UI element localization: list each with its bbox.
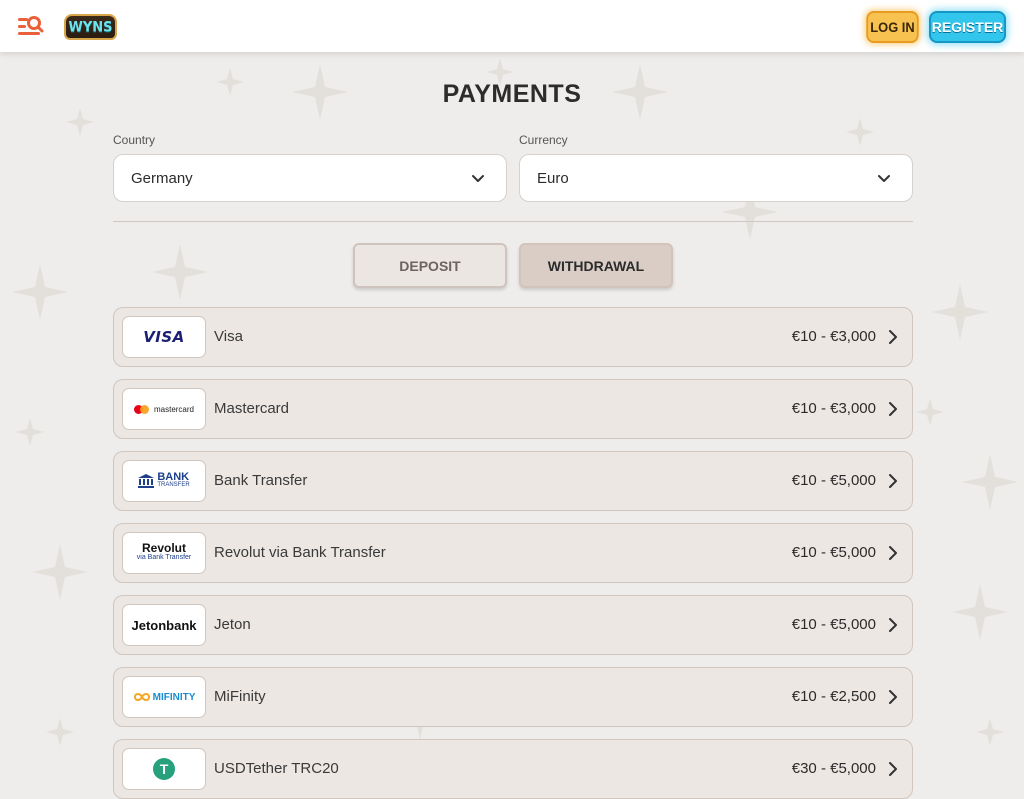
chevron-right-icon bbox=[889, 762, 897, 776]
jeton-logo: Jetonbank bbox=[122, 604, 206, 646]
payment-name: Jeton bbox=[214, 616, 251, 633]
payment-range: €10 - €2,500 bbox=[791, 688, 876, 705]
visa-logo-text: VISA bbox=[143, 328, 185, 346]
payment-range: €10 - €3,000 bbox=[791, 400, 876, 417]
chevron-right-icon bbox=[889, 690, 897, 704]
divider bbox=[113, 221, 913, 222]
menu-search-icon[interactable] bbox=[16, 13, 44, 39]
payment-name: Mastercard bbox=[214, 400, 290, 417]
currency-label: Currency bbox=[519, 133, 568, 147]
bank-logo-text: BANK bbox=[157, 471, 190, 483]
tab-deposit[interactable]: DEPOSIT bbox=[353, 243, 507, 288]
mastercard-logo: mastercard bbox=[122, 388, 206, 430]
bank-logo-subtext: TRANSFER bbox=[157, 482, 190, 488]
chevron-right-icon bbox=[889, 618, 897, 632]
payment-range: €10 - €5,000 bbox=[791, 616, 876, 633]
revolut-logo-subtext: via Bank Transfer bbox=[136, 554, 192, 561]
visa-logo: VISA bbox=[122, 316, 206, 358]
payment-row-revolut[interactable]: Revolut via Bank Transfer Revolut via Ba… bbox=[113, 523, 913, 583]
brand-logo[interactable]: WYNS bbox=[64, 14, 117, 40]
tab-withdrawal[interactable]: WITHDRAWAL bbox=[519, 243, 673, 288]
infinity-icon bbox=[133, 693, 150, 701]
payment-row-bank-transfer[interactable]: BANK TRANSFER Bank Transfer €10 - €5,000 bbox=[113, 451, 913, 511]
page-title: PAYMENTS bbox=[442, 80, 582, 108]
usdt-logo: T bbox=[122, 748, 206, 790]
top-header: WYNS LOG IN REGISTER bbox=[0, 0, 1024, 52]
chevron-right-icon bbox=[889, 330, 897, 344]
currency-select[interactable]: Euro bbox=[519, 154, 913, 202]
mastercard-logo-text: mastercard bbox=[153, 404, 194, 414]
payment-row-jeton[interactable]: Jetonbank Jeton €10 - €5,000 bbox=[113, 595, 913, 655]
bank-transfer-logo: BANK TRANSFER bbox=[122, 460, 206, 502]
mifinity-logo: MIFINITY bbox=[122, 676, 206, 718]
bank-icon bbox=[138, 474, 155, 488]
revolut-logo: Revolut via Bank Transfer bbox=[122, 532, 206, 574]
payment-name: MiFinity bbox=[214, 688, 266, 705]
register-button[interactable]: REGISTER bbox=[929, 11, 1006, 43]
payment-row-mifinity[interactable]: MIFINITY MiFinity €10 - €2,500 bbox=[113, 667, 913, 727]
chevron-right-icon bbox=[889, 546, 897, 560]
payment-name: Revolut via Bank Transfer bbox=[214, 544, 386, 561]
tether-icon: T bbox=[153, 758, 175, 780]
payment-row-visa[interactable]: VISA Visa €10 - €3,000 bbox=[113, 307, 913, 367]
country-label: Country bbox=[113, 133, 156, 147]
payment-name: Visa bbox=[214, 328, 243, 345]
country-value: Germany bbox=[131, 169, 193, 187]
payment-row-mastercard[interactable]: mastercard Mastercard €10 - €3,000 bbox=[113, 379, 913, 439]
chevron-down-icon bbox=[878, 175, 890, 182]
chevron-down-icon bbox=[472, 175, 484, 182]
payment-name: Bank Transfer bbox=[214, 472, 308, 489]
payment-name: USDTether TRC20 bbox=[214, 760, 339, 777]
mifinity-logo-text: MIFINITY bbox=[152, 691, 196, 703]
payment-range: €30 - €5,000 bbox=[791, 760, 876, 777]
chevron-right-icon bbox=[889, 474, 897, 488]
chevron-right-icon bbox=[889, 402, 897, 416]
payment-range: €10 - €3,000 bbox=[791, 328, 876, 345]
jeton-logo-text: Jetonbank bbox=[131, 617, 197, 633]
login-button[interactable]: LOG IN bbox=[866, 11, 919, 43]
country-select[interactable]: Germany bbox=[113, 154, 507, 202]
payment-range: €10 - €5,000 bbox=[791, 472, 876, 489]
revolut-logo-text: Revolut bbox=[141, 541, 186, 555]
brand-logo-text: WYNS bbox=[68, 18, 113, 36]
payment-row-usdt[interactable]: T USDTether TRC20 €30 - €5,000 bbox=[113, 739, 913, 799]
currency-value: Euro bbox=[537, 169, 569, 187]
payment-range: €10 - €5,000 bbox=[791, 544, 876, 561]
